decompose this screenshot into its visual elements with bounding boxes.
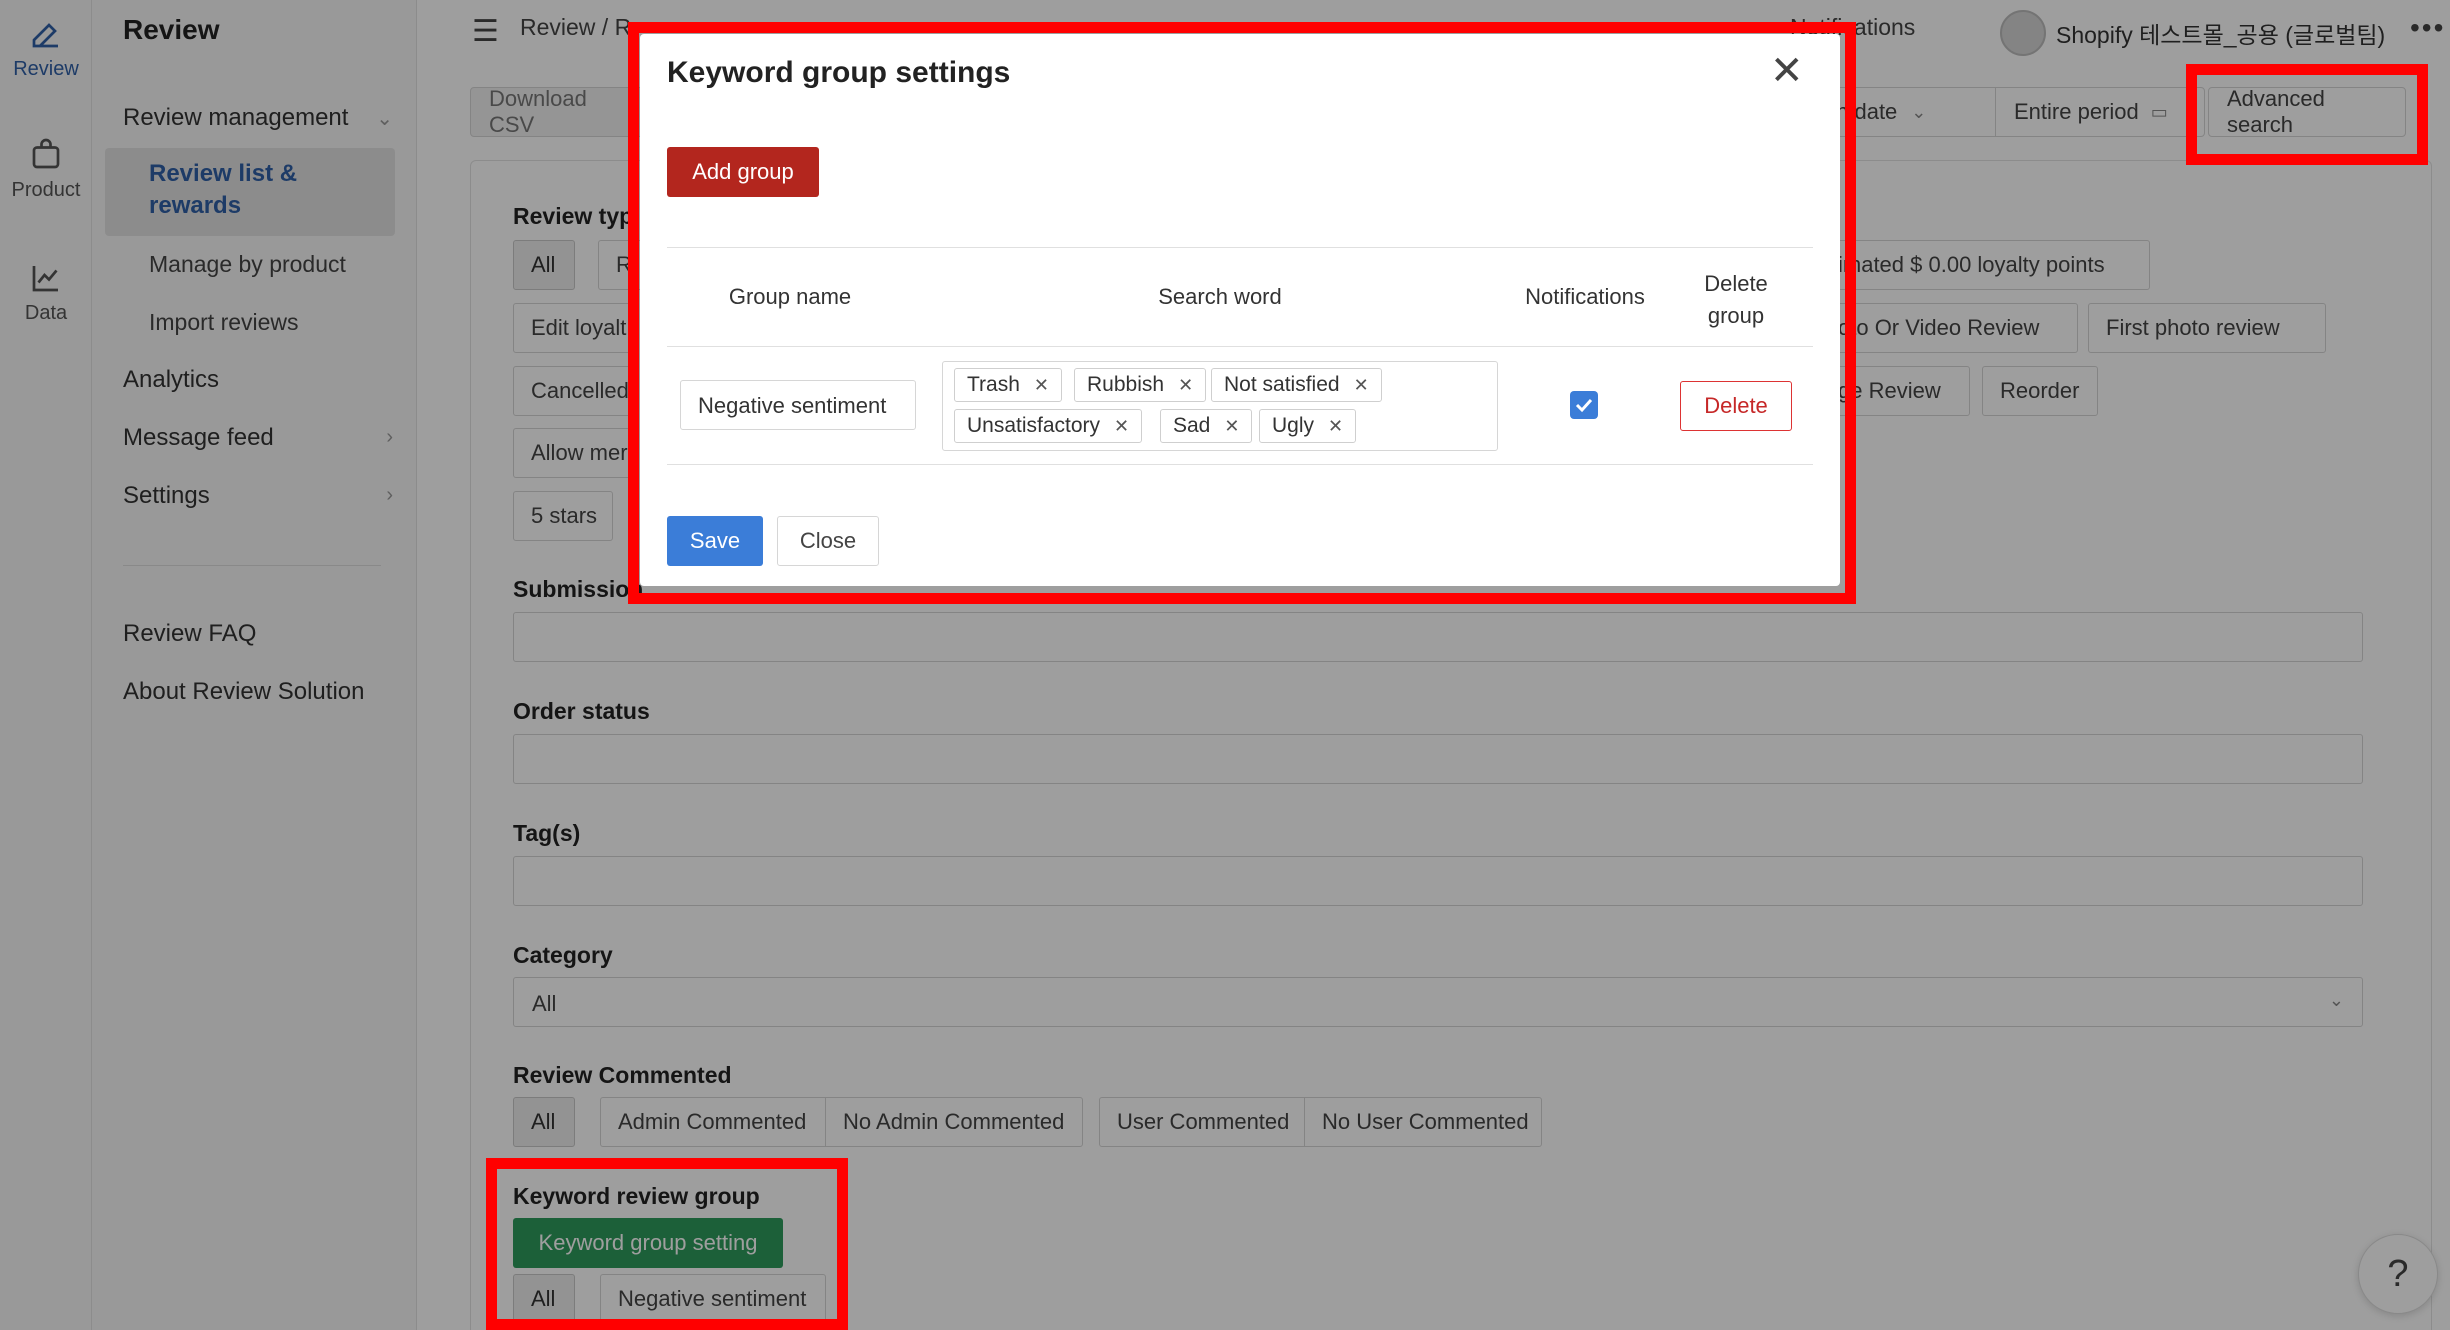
annotation-box-advanced-search bbox=[2186, 64, 2428, 165]
annotation-box-keyword-group bbox=[486, 1158, 848, 1330]
annotation-box-modal bbox=[628, 22, 1856, 604]
